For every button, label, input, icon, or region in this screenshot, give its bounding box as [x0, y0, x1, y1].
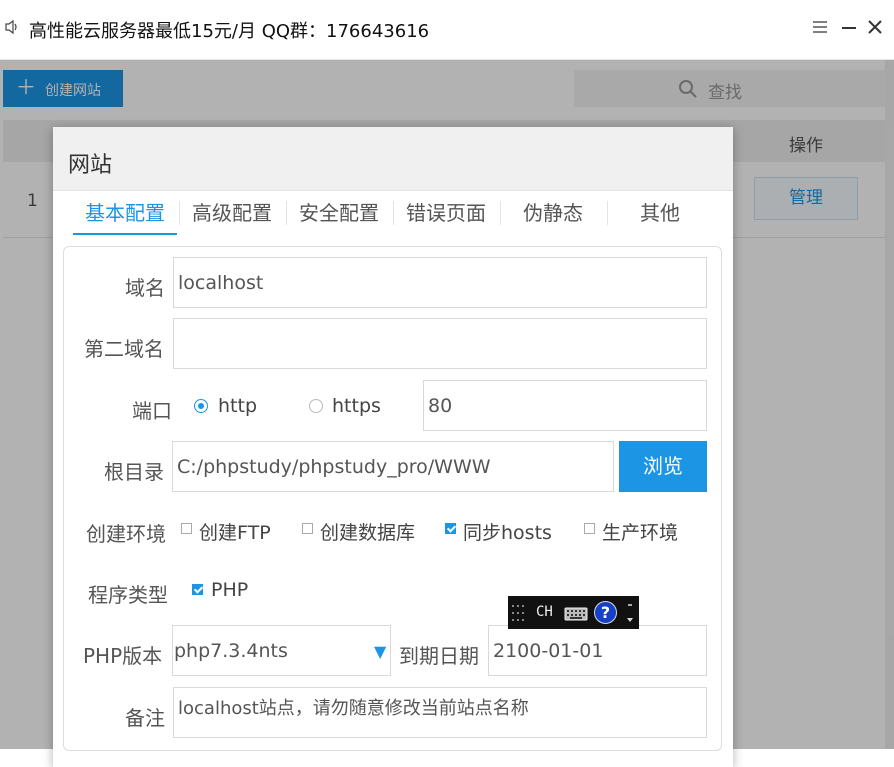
- chevron-down-icon[interactable]: ▼: [374, 642, 386, 661]
- domain-label: 域名: [125, 276, 165, 300]
- port-input[interactable]: 80: [423, 380, 707, 431]
- second-domain-input[interactable]: [173, 318, 707, 369]
- speaker-icon[interactable]: [4, 19, 20, 35]
- second-domain-label: 第二域名: [84, 337, 164, 361]
- root-dir-label: 根目录: [104, 460, 164, 484]
- window-title: 高性能云服务器最低15元/月 QQ群：176643616: [29, 21, 430, 42]
- basic-config-form: 域名 localhost 第二域名 端口 http https 80 根目录 C…: [63, 246, 722, 751]
- tab-bar: 基本配置 高级配置 安全配置 错误页面 伪静态 其他: [73, 191, 713, 235]
- create-db-checkbox[interactable]: [302, 523, 313, 534]
- expire-date-input[interactable]: 2100-01-01: [488, 625, 707, 676]
- tab-other[interactable]: 其他: [608, 191, 712, 235]
- port-label: 端口: [132, 399, 172, 423]
- drag-handle-icon[interactable]: [511, 603, 527, 623]
- http-radio[interactable]: [194, 399, 208, 413]
- menu-icon[interactable]: [811, 16, 829, 38]
- close-icon[interactable]: [866, 16, 884, 38]
- root-dir-input[interactable]: C:/phpstudy/phpstudy_pro/WWW: [172, 441, 614, 492]
- domain-input[interactable]: localhost: [173, 257, 707, 308]
- https-label: https: [332, 395, 381, 417]
- env-label: 创建环境: [86, 522, 166, 546]
- https-radio[interactable]: [309, 399, 323, 413]
- window-titlebar: 高性能云服务器最低15元/月 QQ群：176643616: [0, 0, 894, 60]
- browse-button[interactable]: 浏览: [619, 441, 707, 492]
- production-env-checkbox[interactable]: [584, 523, 595, 534]
- sync-hosts-label: 同步hosts: [463, 522, 552, 544]
- dialog-title: 网站: [68, 153, 113, 178]
- create-db-label: 创建数据库: [320, 522, 416, 544]
- remark-label: 备注: [125, 706, 165, 730]
- expire-date-label: 到期日期: [399, 644, 479, 668]
- help-icon[interactable]: ?: [594, 601, 617, 624]
- php-version-label: PHP版本: [83, 644, 163, 668]
- tab-security[interactable]: 安全配置: [287, 191, 391, 235]
- create-ftp-label: 创建FTP: [199, 522, 271, 544]
- site-dialog: 网站 基本配置 高级配置 安全配置 错误页面 伪静态 其他 域名 localho…: [53, 127, 733, 767]
- php-version-select[interactable]: php7.3.4nts: [172, 625, 391, 676]
- create-ftp-checkbox[interactable]: [181, 523, 192, 534]
- php-checkbox[interactable]: [192, 584, 203, 595]
- ime-mode[interactable]: CH: [536, 604, 553, 620]
- minimize-icon[interactable]: [840, 16, 858, 38]
- tab-basic[interactable]: 基本配置: [73, 191, 177, 235]
- php-label: PHP: [211, 579, 249, 601]
- sync-hosts-checkbox[interactable]: [445, 523, 456, 534]
- dialog-header: 网站: [53, 127, 733, 191]
- ime-toolbar[interactable]: CH ?: [508, 596, 639, 629]
- options-arrow-icon[interactable]: [626, 602, 634, 624]
- tab-error-pages[interactable]: 错误页面: [394, 191, 498, 235]
- remark-input[interactable]: localhost站点，请勿随意修改当前站点名称: [173, 687, 707, 738]
- program-type-label: 程序类型: [88, 583, 168, 607]
- tab-rewrite[interactable]: 伪静态: [501, 191, 605, 235]
- production-env-label: 生产环境: [602, 522, 679, 544]
- http-label: http: [218, 395, 258, 417]
- keyboard-icon[interactable]: [564, 605, 588, 621]
- tab-advanced[interactable]: 高级配置: [180, 191, 284, 235]
